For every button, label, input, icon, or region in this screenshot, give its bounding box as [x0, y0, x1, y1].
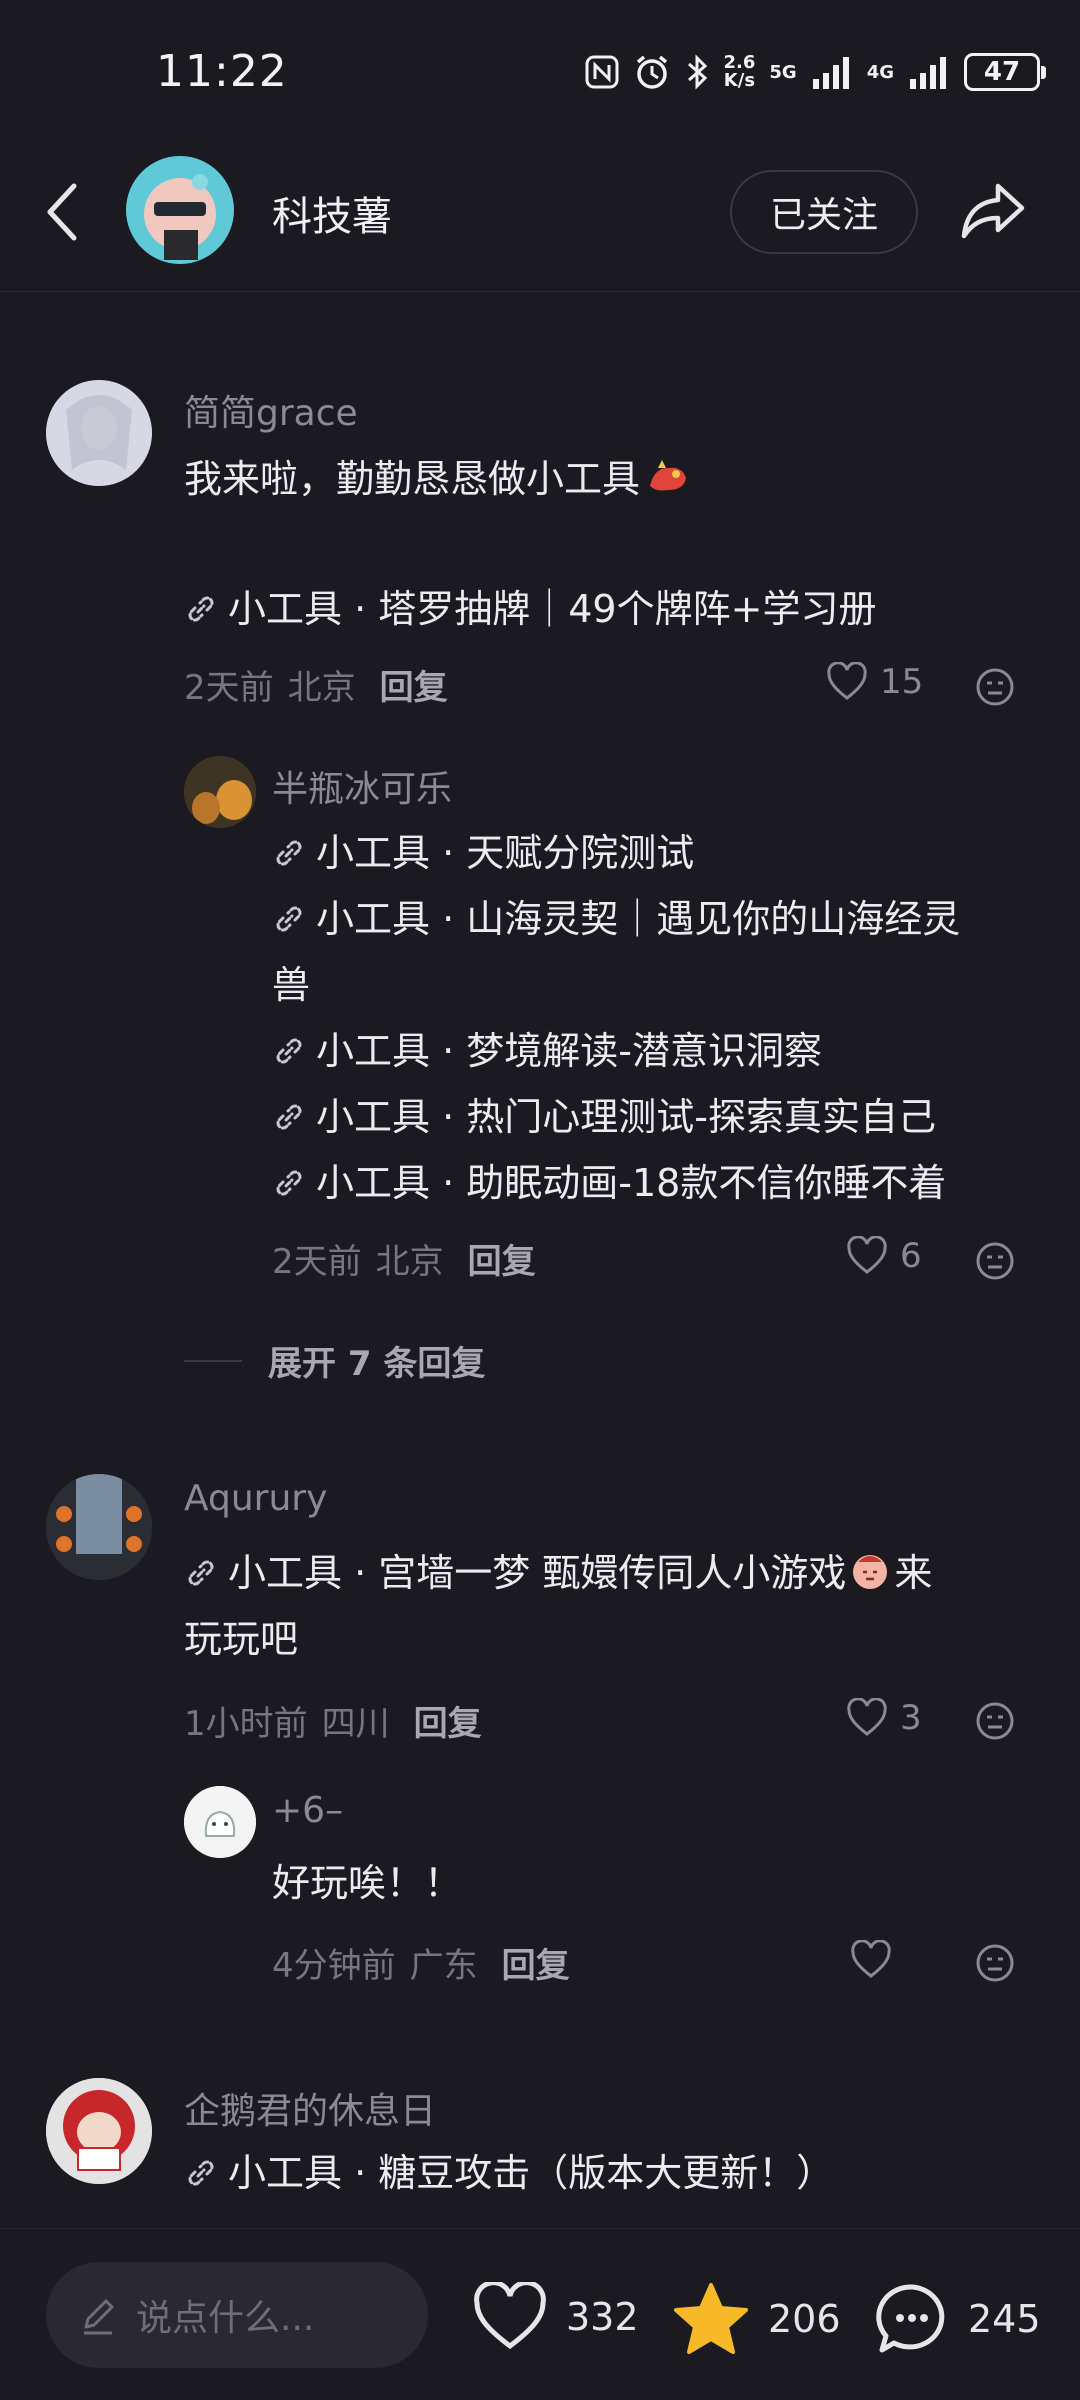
reply-text: 好玩唉！！ — [272, 1861, 463, 1905]
tool-link[interactable]: 小工具 · 宫墙一梦 甄嬛传同人小游戏来 玩玩吧 — [184, 1540, 1024, 1672]
dragon-emoji-icon — [650, 460, 687, 491]
expand-divider — [184, 1359, 242, 1362]
link-icon — [276, 1104, 302, 1130]
post-favorite-button[interactable]: 206 — [672, 2282, 841, 2356]
bluetooth-icon — [688, 54, 708, 90]
reply-meta: 2天前 北京 回复 — [272, 1234, 536, 1283]
star-icon — [674, 2283, 748, 2354]
like-button[interactable]: 15 — [826, 662, 923, 702]
heart-icon — [474, 2282, 546, 2350]
tool-link[interactable]: 小工具 · 梦境解读-潜意识洞察 — [272, 1018, 1032, 1084]
reply-avatar[interactable] — [184, 1786, 256, 1858]
heart-icon — [827, 662, 867, 700]
comment-bubble-icon — [876, 2284, 945, 2353]
emoji-reaction-icon[interactable] — [974, 1240, 1016, 1282]
emoji-reaction-icon[interactable] — [974, 1700, 1016, 1742]
reply-button[interactable]: 回复 — [502, 1938, 570, 1987]
face-emoji-icon — [853, 1555, 888, 1589]
comment-input[interactable]: 说点什么... — [46, 2262, 428, 2368]
comment-meta: 2天前 北京 回复 — [184, 660, 448, 709]
comment-username[interactable]: 简简grace — [184, 384, 358, 436]
tool-link[interactable]: 小工具 · 塔罗抽牌｜49个牌阵+学习册 — [184, 576, 876, 642]
network-5g-label: 5G — [769, 61, 797, 83]
reply-button[interactable]: 回复 — [414, 1696, 482, 1745]
share-icon[interactable] — [958, 174, 1028, 244]
signal-icon-2 — [910, 57, 946, 89]
link-icon — [276, 1170, 302, 1196]
page-title: 科技薯 — [272, 194, 392, 240]
tool-link[interactable]: 小工具 · 助眠动画-18款不信你睡不着 — [272, 1150, 1032, 1216]
reply-button[interactable]: 回复 — [468, 1234, 536, 1283]
link-icon — [188, 2160, 214, 2186]
nfc-icon — [585, 55, 619, 89]
commenter-avatar[interactable] — [46, 380, 152, 486]
heart-icon — [847, 1236, 887, 1274]
network-speed: 2.6 K/s — [723, 52, 756, 91]
like-button[interactable] — [850, 1940, 904, 1980]
comment-username[interactable]: Aqurury — [184, 1478, 327, 1519]
like-button[interactable]: 3 — [846, 1698, 922, 1738]
commenter-avatar[interactable] — [46, 1474, 152, 1580]
like-button[interactable]: 6 — [846, 1236, 922, 1276]
heart-icon — [847, 1698, 887, 1736]
comment-meta: 1小时前 四川 回复 — [184, 1696, 482, 1745]
post-like-button[interactable]: 332 — [472, 2282, 639, 2352]
expand-replies-button[interactable]: 展开 7 条回复 — [184, 1336, 485, 1385]
comment-input-placeholder: 说点什么... — [136, 2298, 315, 2339]
tool-link-wrap[interactable]: 兽 — [272, 952, 1032, 1018]
reply-button[interactable]: 回复 — [380, 660, 448, 709]
link-icon — [276, 1038, 302, 1064]
link-icon — [276, 840, 302, 866]
pencil-icon — [84, 2299, 114, 2335]
back-icon[interactable] — [42, 180, 82, 244]
link-icon — [276, 906, 302, 932]
reply-links: 小工具 · 天赋分院测试 小工具 · 山海灵契｜遇见你的山海经灵 兽 小工具 ·… — [272, 820, 1032, 1216]
reply-username[interactable]: +6– — [272, 1790, 343, 1831]
commenter-avatar[interactable] — [46, 2078, 152, 2184]
tool-link[interactable]: 小工具 · 糖豆攻击（版本大更新！） — [184, 2140, 834, 2206]
alarm-icon — [637, 55, 668, 89]
status-time: 11:22 — [156, 46, 288, 97]
comment-username[interactable]: 企鹅君的休息日 — [184, 2082, 436, 2134]
signal-icon — [812, 57, 849, 89]
follow-button[interactable]: 已关注 — [730, 170, 918, 254]
emoji-reaction-icon[interactable] — [974, 1942, 1016, 1984]
reply-meta: 4分钟前 广东 回复 — [272, 1938, 570, 1987]
reply-username[interactable]: 半瓶冰可乐 — [272, 760, 452, 812]
battery-indicator: 47 — [964, 53, 1046, 91]
emoji-reaction-icon[interactable] — [974, 666, 1016, 708]
network-4g-label: 4G — [866, 61, 894, 83]
status-icons: 2.6 K/s 5G 4G 47 — [585, 48, 1046, 96]
post-comment-button[interactable]: 245 — [874, 2282, 1041, 2356]
tool-link[interactable]: 小工具 · 山海灵契｜遇见你的山海经灵 — [272, 886, 1032, 952]
link-icon — [188, 596, 214, 622]
reply-avatar[interactable] — [184, 756, 256, 828]
tool-link[interactable]: 小工具 · 天赋分院测试 — [272, 820, 1032, 886]
author-avatar[interactable] — [126, 156, 234, 264]
comment-text: 我来啦，勤勤恳恳做小工具 — [184, 446, 690, 512]
tool-link[interactable]: 小工具 · 热门心理测试-探索真实自己 — [272, 1084, 1032, 1150]
link-icon — [188, 1560, 214, 1586]
heart-icon — [851, 1940, 891, 1978]
